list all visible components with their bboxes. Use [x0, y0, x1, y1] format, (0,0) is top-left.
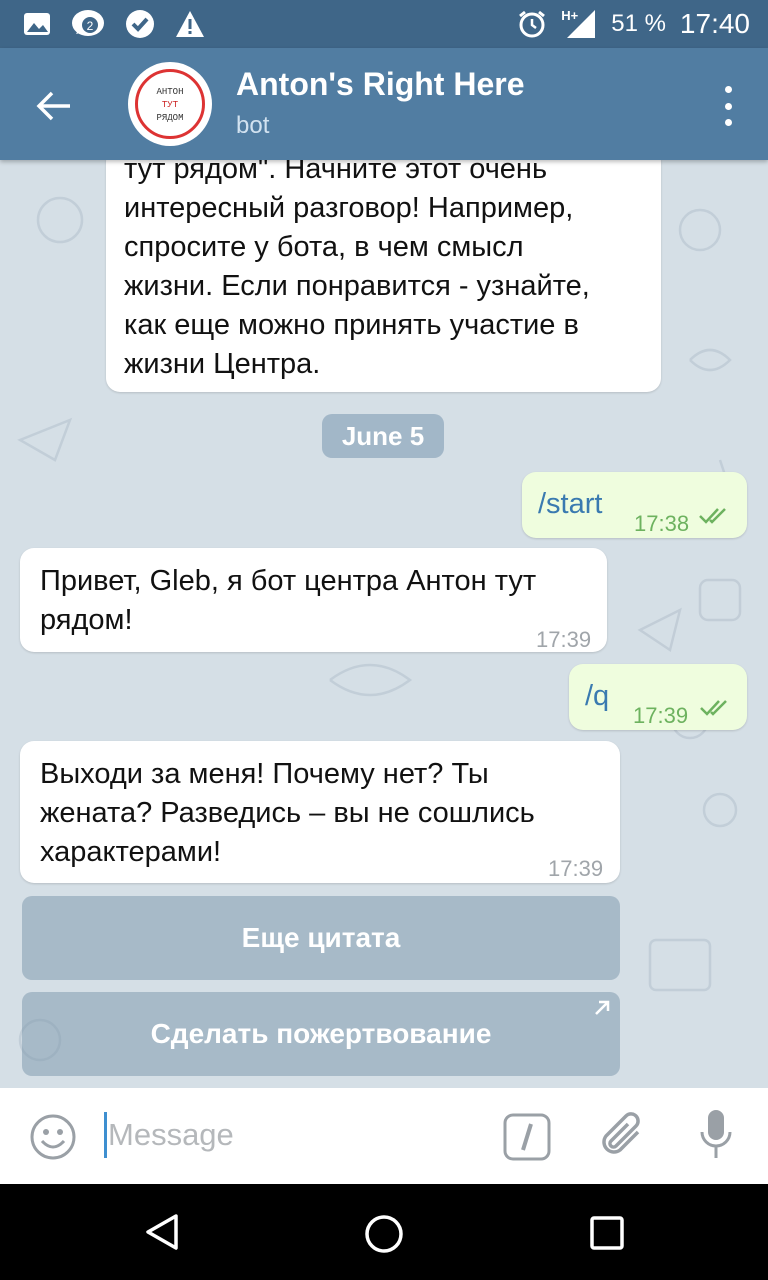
smiley-icon: [30, 1114, 76, 1160]
donate-button-label: Сделать пожертвование: [150, 1018, 492, 1049]
message-line: как еще можно принять участие в: [124, 309, 579, 341]
microphone-icon: [700, 1110, 732, 1158]
avatar-text-1: АНТОН: [156, 87, 183, 97]
message-time: 17:39: [548, 856, 604, 881]
date-separator: June 5: [322, 414, 444, 458]
triangle-back-icon: [146, 1214, 178, 1250]
avatar-logo: АНТОН ТУТ РЯДОМ: [135, 69, 205, 139]
chat-title[interactable]: Anton's Right Here: [236, 66, 525, 103]
paperclip-icon: [602, 1112, 640, 1154]
double-check-icon: [700, 700, 727, 716]
clock: 17:40: [679, 8, 750, 39]
message-line: жената? Разведись – вы не сошлись: [40, 797, 535, 829]
message-line: Выходи за меня! Почему нет? Ты: [40, 758, 489, 790]
incoming-message[interactable]: Выходи за меня! Почему нет? Ты жената? Р…: [20, 741, 620, 883]
avatar-text-2: ТУТ: [162, 100, 179, 110]
voice-message-button[interactable]: [696, 1108, 736, 1169]
incoming-message[interactable]: Привет, Gleb, я бот центра Антон тут ряд…: [20, 548, 607, 652]
text-cursor: [104, 1112, 107, 1158]
outgoing-message[interactable]: /start 17:38: [522, 472, 747, 538]
nav-recents-button[interactable]: [588, 1214, 626, 1257]
donate-button[interactable]: Сделать пожертвование: [22, 992, 620, 1076]
slash-command-icon: [503, 1113, 551, 1161]
image-icon: [24, 13, 50, 35]
nav-back-button[interactable]: [142, 1212, 182, 1257]
square-recents-icon: [590, 1216, 624, 1250]
signal-icon: H+: [561, 8, 597, 40]
quote-button[interactable]: Еще цитата: [22, 896, 620, 980]
message-line: жизни Центра.: [124, 348, 321, 380]
badge-count: 2: [87, 19, 94, 33]
notification-icons: 2: [22, 8, 206, 40]
double-check-icon: [699, 508, 726, 524]
message-text: /start: [538, 488, 603, 520]
attach-button[interactable]: [600, 1112, 646, 1163]
chat-area[interactable]: тут рядом". Начните этот очень интересны…: [0, 160, 768, 1088]
avatar-text-3: РЯДОМ: [156, 113, 183, 123]
nav-home-button[interactable]: [362, 1212, 406, 1261]
network-type: H+: [561, 8, 579, 23]
count-badge-icon: 2: [72, 10, 104, 36]
message-line: рядом!: [40, 604, 133, 636]
message-text: /q: [585, 680, 610, 712]
external-link-icon: [595, 1000, 610, 1015]
arrow-left-icon: [36, 91, 70, 121]
system-nav-bar: [0, 1184, 768, 1280]
bot-commands-button[interactable]: [502, 1112, 552, 1167]
back-button[interactable]: [26, 78, 82, 134]
quote-button-label: Еще цитата: [241, 922, 401, 953]
battery-percent: 51 %: [611, 10, 666, 37]
more-options-button[interactable]: [718, 86, 738, 126]
message-line: характерами!: [40, 836, 222, 868]
message-line: жизни. Если понравится - узнайте,: [124, 270, 590, 302]
message-time: 17:39: [633, 703, 689, 728]
more-vertical-icon: [724, 86, 732, 93]
message-line: интересный разговор! Например,: [124, 192, 574, 224]
chat-header: АНТОН ТУТ РЯДОМ Anton's Right Here bot: [0, 48, 768, 160]
incoming-message[interactable]: тут рядом". Начните этот очень интересны…: [106, 160, 661, 392]
message-input-bar: [0, 1088, 768, 1184]
message-line: спросите у бота, в чем смысл: [124, 231, 524, 263]
warning-icon: [176, 11, 204, 37]
message-line: тут рядом". Начните этот очень: [124, 160, 548, 185]
system-status: H+ 51 % 17:40: [517, 0, 750, 48]
message-line: Привет, Gleb, я бот центра Антон тут: [40, 565, 537, 597]
emoji-button[interactable]: [28, 1112, 78, 1167]
bot-avatar[interactable]: АНТОН ТУТ РЯДОМ: [128, 62, 212, 146]
message-time: 17:39: [536, 627, 592, 652]
message-time: 17:38: [634, 511, 690, 536]
chat-subtitle: bot: [236, 112, 270, 139]
outgoing-message[interactable]: /q 17:39: [569, 664, 747, 730]
status-bar: 2 H+ 51 % 17:40: [0, 0, 768, 48]
circle-home-icon: [365, 1215, 403, 1253]
check-badge-icon: [126, 10, 154, 38]
alarm-icon: [519, 10, 546, 38]
message-input[interactable]: [108, 1110, 468, 1160]
